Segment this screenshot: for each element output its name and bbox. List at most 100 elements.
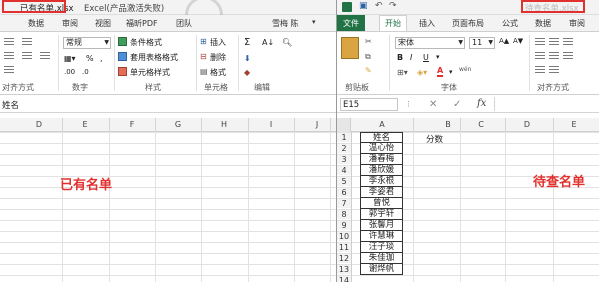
decrease-indent-icon[interactable] [535,66,545,75]
table-cell-score-header[interactable]: 分数 [426,133,443,145]
row-number[interactable]: 8 [337,210,351,219]
increase-decimal-icon[interactable]: .00 [64,68,75,76]
row-number[interactable]: 1 [337,133,351,142]
cell-style-button[interactable]: 单元格样式 [130,67,170,78]
tab-data[interactable]: 数据 [28,18,44,29]
tab-review[interactable]: 审阅 [569,18,585,29]
name-box[interactable]: E15 [340,98,398,111]
undo-icon[interactable]: ↶ [375,1,383,11]
font-name-dropdown[interactable]: 宋体 ▼ [395,37,465,49]
table-cell-name[interactable]: 郭宇轩 [360,209,403,220]
col-header[interactable]: D [34,120,44,129]
insert-function-button[interactable]: fx [477,98,486,109]
tab-foxit-pdf[interactable]: 福昕PDF [126,18,158,29]
table-format-button[interactable]: 套用表格格式 [130,52,178,63]
row-number[interactable]: 10 [337,232,351,241]
align-center-icon[interactable] [22,38,32,47]
fill-icon[interactable]: ⬇ [244,54,251,63]
table-cell-name[interactable]: 潘欣媛 [360,165,403,176]
copy-icon[interactable]: ⧉ [365,52,371,62]
percent-button[interactable]: % [86,54,94,63]
comma-style-button[interactable]: , [100,54,103,63]
align-middle-icon[interactable] [549,38,559,47]
align-middle-icon[interactable] [4,52,14,61]
font-color-dropdown-icon[interactable]: ▾ [449,68,453,76]
tab-review[interactable]: 审阅 [62,18,78,29]
tab-file[interactable]: 文件 [337,15,365,31]
underline-dropdown-icon[interactable]: ▾ [436,53,440,61]
tab-page-layout[interactable]: 页面布局 [452,18,484,29]
col-header[interactable]: I [266,120,276,129]
save-icon[interactable]: ▣ [359,1,368,11]
outdent-icon[interactable] [40,52,50,61]
table-cell-name[interactable]: 温心怡 [360,143,403,154]
tab-insert[interactable]: 插入 [419,18,435,29]
cut-icon[interactable]: ✂ [365,37,372,46]
tab-team[interactable]: 团队 [176,18,192,29]
tab-view[interactable]: 视图 [95,18,111,29]
col-header[interactable]: J [312,120,322,129]
col-header[interactable]: F [127,120,137,129]
table-cell-name-header[interactable]: 姓名 [360,132,403,143]
enter-entry-button[interactable]: ✓ [453,99,461,110]
table-cell-name[interactable]: 潘春梅 [360,154,403,165]
increase-indent-icon[interactable] [549,66,559,75]
col-header[interactable]: G [173,120,183,129]
table-cell-name[interactable]: 朱佳珈 [360,253,403,264]
autosum-button[interactable]: Σ [244,37,250,48]
col-header[interactable]: C [476,120,486,129]
font-size-dropdown[interactable]: 11 ▼ [469,37,495,49]
table-cell-name[interactable]: 汪子琰 [360,242,403,253]
row-number[interactable]: 12 [337,254,351,263]
table-cell-name[interactable]: 李姿君 [360,187,403,198]
table-cell-name[interactable]: 李永根 [360,176,403,187]
bold-button[interactable]: B [397,53,403,62]
cancel-entry-button[interactable]: ✕ [429,99,437,110]
insert-cells-button[interactable]: 插入 [210,37,226,48]
row-number[interactable]: 5 [337,177,351,186]
wrap-text-icon[interactable] [4,66,14,75]
select-all-corner[interactable] [337,118,351,132]
italic-button[interactable]: I [410,53,412,62]
table-cell-name[interactable]: 谢烨帆 [360,264,403,275]
format-painter-icon[interactable]: ✎ [365,66,372,75]
shrink-font-icon[interactable]: A▼ [513,37,523,45]
user-menu-icon[interactable]: ▾ [312,18,316,26]
border-icon[interactable]: ⊞▾ [397,68,408,77]
row-number[interactable]: 2 [337,144,351,153]
align-left-icon[interactable] [4,38,14,47]
paste-icon[interactable] [341,37,359,59]
col-header[interactable]: E [80,120,90,129]
sort-filter-icon[interactable]: A↓ [262,38,274,47]
fill-color-icon[interactable]: ◈▾ [417,68,427,77]
decrease-decimal-icon[interactable]: .0 [82,68,89,76]
format-cells-button[interactable]: 格式 [210,67,226,78]
find-select-icon[interactable]: 🔍︎ [282,38,292,47]
row-number[interactable]: 7 [337,199,351,208]
more-options-icon[interactable]: ⋮ [405,100,412,108]
align-center-icon[interactable] [549,52,559,61]
tab-data[interactable]: 数据 [535,18,551,29]
clear-icon[interactable]: ◆ [244,68,250,77]
font-color-button[interactable]: A [437,66,444,77]
tab-formulas[interactable]: 公式 [502,18,518,29]
indent-icon[interactable] [22,52,32,61]
currency-icon[interactable]: ▦▾ [64,54,76,63]
user-name[interactable]: 雪梅 陈 [272,18,299,29]
underline-button[interactable]: U [423,53,429,62]
row-number[interactable]: 6 [337,188,351,197]
table-cell-name[interactable]: 许慧琳 [360,231,403,242]
table-cell-name[interactable]: 张馨月 [360,220,403,231]
align-bottom-icon[interactable] [563,38,573,47]
phonetic-button[interactable]: wén [459,66,471,73]
row-number[interactable]: 13 [337,265,351,274]
row-number[interactable]: 4 [337,166,351,175]
col-header[interactable]: H [219,120,229,129]
align-left-icon[interactable] [535,52,545,61]
row-number[interactable]: 11 [337,243,351,252]
grow-font-icon[interactable]: A▲ [499,37,509,45]
col-header[interactable]: A [377,120,387,129]
delete-cells-button[interactable]: 删除 [210,52,226,63]
table-cell-name[interactable]: 曾悦 [360,198,403,209]
col-header[interactable]: E [569,120,579,129]
